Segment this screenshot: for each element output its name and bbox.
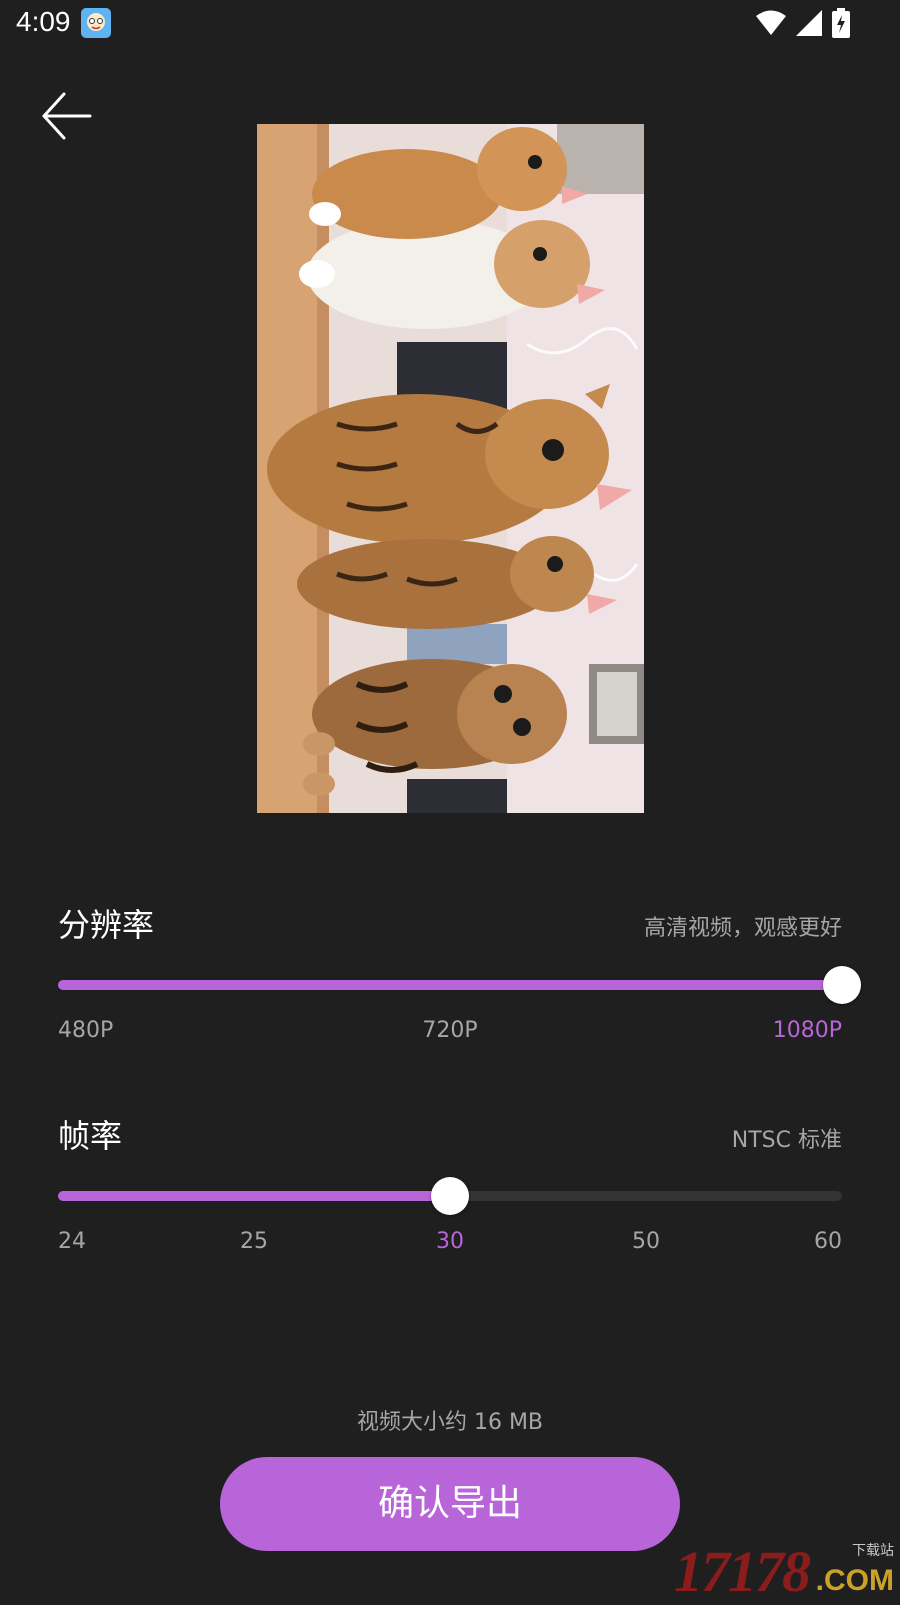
frame-rate-slider[interactable] <box>58 1177 842 1215</box>
watermark-small-text: 下载站 <box>852 1543 894 1559</box>
status-time: 4:09 <box>16 6 71 37</box>
confirm-export-button[interactable]: 确认导出 <box>220 1457 680 1551</box>
resolution-title: 分辨率 <box>58 906 155 944</box>
resolution-hint: 高清视频，观感更好 <box>643 916 842 941</box>
resolution-option-720p[interactable]: 720P <box>422 1018 477 1043</box>
video-thumbnail-kittens <box>257 124 644 813</box>
frame-rate-options: 24 25 30 50 60 <box>58 1229 842 1259</box>
resolution-option-1080p[interactable]: 1080P <box>773 1018 842 1043</box>
resolution-slider-knob[interactable] <box>823 966 861 1004</box>
frame-rate-slider-fill <box>58 1191 450 1201</box>
resolution-options: 480P 720P 1080P <box>58 1018 842 1048</box>
app-notification-icon <box>81 8 111 38</box>
frame-rate-option-24[interactable]: 24 <box>58 1229 86 1254</box>
wifi-icon <box>756 10 786 40</box>
video-preview[interactable] <box>257 124 644 813</box>
back-button[interactable] <box>36 86 96 146</box>
frame-rate-option-60[interactable]: 60 <box>814 1229 842 1254</box>
watermark-number: 17178 <box>674 1539 811 1604</box>
resolution-option-480p[interactable]: 480P <box>58 1018 113 1043</box>
signal-icon <box>796 10 822 40</box>
frame-rate-hint: NTSC 标准 <box>731 1128 842 1153</box>
frame-rate-slider-knob[interactable] <box>431 1177 469 1215</box>
video-size-estimate: 视频大小约 16 MB <box>356 1410 544 1435</box>
watermark-domain: .COM <box>815 1564 894 1597</box>
watermark-logo: 17178 下载站 .COM <box>674 1538 894 1604</box>
status-bar: 4:09 <box>0 0 900 48</box>
battery-charging-icon <box>832 8 850 42</box>
frame-rate-option-25[interactable]: 25 <box>240 1229 268 1254</box>
arrow-left-icon <box>42 92 92 140</box>
frame-rate-title: 帧率 <box>58 1117 123 1155</box>
resolution-slider-fill <box>58 980 842 990</box>
frame-rate-option-50[interactable]: 50 <box>632 1229 660 1254</box>
resolution-slider[interactable] <box>58 966 861 1004</box>
frame-rate-option-30[interactable]: 30 <box>436 1229 464 1254</box>
